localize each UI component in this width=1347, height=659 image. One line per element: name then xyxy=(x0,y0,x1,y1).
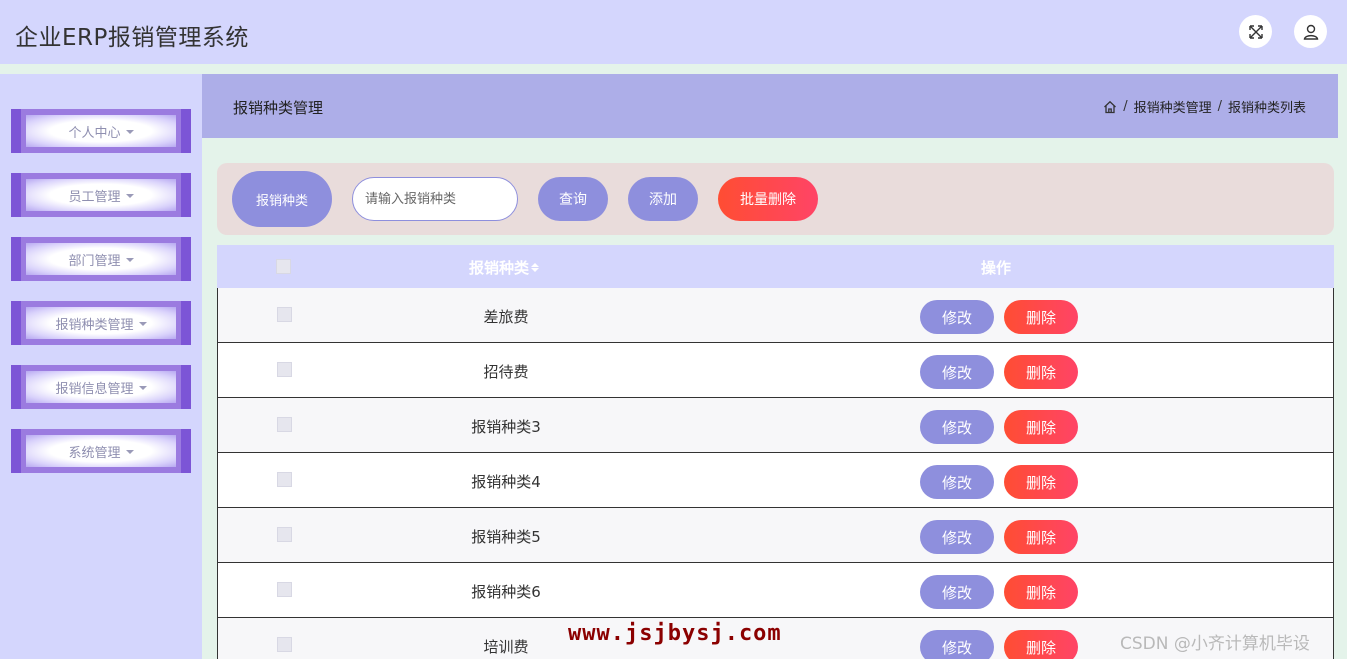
sort-icon[interactable] xyxy=(531,263,540,272)
sidebar-item-label: 个人中心 xyxy=(68,125,121,141)
delete-button[interactable]: 删除 xyxy=(1004,630,1078,659)
table-row: 报销种类3 修改 删除 xyxy=(217,398,1334,453)
table-row: 招待费 修改 删除 xyxy=(217,343,1334,398)
edit-button[interactable]: 修改 xyxy=(920,630,994,659)
breadcrumb-separator: / xyxy=(1123,99,1128,114)
content-header: 报销种类管理 / 报销种类管理 / 报销种类列表 xyxy=(202,74,1338,138)
fullscreen-icon xyxy=(1248,24,1263,39)
breadcrumb: / 报销种类管理 / 报销种类列表 xyxy=(1103,97,1306,116)
caret-down-icon xyxy=(125,130,134,134)
sidebar-item-expense-type[interactable]: 报销种类管理 xyxy=(11,301,191,345)
home-icon[interactable] xyxy=(1103,100,1117,114)
search-label: 报销种类 xyxy=(232,171,332,227)
edit-button[interactable]: 修改 xyxy=(920,520,994,554)
caret-down-icon xyxy=(125,450,134,454)
column-header-actions: 操作 xyxy=(981,259,1012,277)
row-checkbox[interactable] xyxy=(277,582,292,597)
row-checkbox[interactable] xyxy=(277,527,292,542)
table-row: 报销种类6 修改 删除 xyxy=(217,563,1334,618)
fullscreen-button[interactable] xyxy=(1239,15,1272,48)
site-watermark: www.jsjbysj.com xyxy=(568,621,782,646)
caret-down-icon xyxy=(138,322,147,326)
edit-button[interactable]: 修改 xyxy=(920,300,994,334)
select-all-checkbox[interactable] xyxy=(276,259,291,274)
caret-down-icon xyxy=(125,194,134,198)
add-button[interactable]: 添加 xyxy=(628,177,698,221)
edit-button[interactable]: 修改 xyxy=(920,575,994,609)
row-checkbox[interactable] xyxy=(277,307,292,322)
search-bar: 报销种类 查询 添加 批量删除 xyxy=(217,163,1334,235)
breadcrumb-separator: / xyxy=(1217,99,1222,114)
sidebar-item-personal-center[interactable]: 个人中心 xyxy=(11,109,191,153)
edit-button[interactable]: 修改 xyxy=(920,465,994,499)
cell-expense-type: 报销种类6 xyxy=(471,583,541,601)
app-title: 企业ERP报销管理系统 xyxy=(15,25,249,51)
breadcrumb-item-list: 报销种类列表 xyxy=(1227,101,1306,116)
user-icon xyxy=(1303,24,1318,40)
table-header: 报销种类 操作 xyxy=(217,245,1334,288)
sidebar-item-system[interactable]: 系统管理 xyxy=(11,429,191,473)
delete-button[interactable]: 删除 xyxy=(1004,410,1078,444)
delete-button[interactable]: 删除 xyxy=(1004,575,1078,609)
sidebar-item-department[interactable]: 部门管理 xyxy=(11,237,191,281)
csdn-attribution: CSDN @小齐计算机毕设 xyxy=(1120,634,1310,654)
sidebar-item-employee[interactable]: 员工管理 xyxy=(11,173,191,217)
user-button[interactable] xyxy=(1294,15,1327,48)
sidebar-item-label: 报销种类管理 xyxy=(55,317,134,333)
search-input[interactable] xyxy=(352,177,518,221)
edit-button[interactable]: 修改 xyxy=(920,410,994,444)
cell-expense-type: 报销种类5 xyxy=(471,528,541,546)
sidebar: 个人中心 员工管理 部门管理 报销种类管理 报销信息管理 系统管理 xyxy=(0,74,202,659)
row-checkbox[interactable] xyxy=(277,472,292,487)
delete-button[interactable]: 删除 xyxy=(1004,520,1078,554)
table-row: 报销种类5 修改 删除 xyxy=(217,508,1334,563)
batch-delete-button[interactable]: 批量删除 xyxy=(718,177,818,221)
caret-down-icon xyxy=(138,386,147,390)
row-checkbox[interactable] xyxy=(277,362,292,377)
expense-type-table: 报销种类 操作 差旅费 修改 删除 招待费 修改 删除 报销种类3 修改 删除 … xyxy=(217,245,1334,659)
delete-button[interactable]: 删除 xyxy=(1004,300,1078,334)
table-row: 报销种类4 修改 删除 xyxy=(217,453,1334,508)
query-button[interactable]: 查询 xyxy=(538,177,608,221)
breadcrumb-item-expense-type[interactable]: 报销种类管理 xyxy=(1134,97,1212,116)
table-row: 差旅费 修改 删除 xyxy=(217,288,1334,343)
cell-expense-type: 报销种类4 xyxy=(471,473,541,491)
page-title: 报销种类管理 xyxy=(233,99,324,117)
column-header-type[interactable]: 报销种类 xyxy=(469,257,540,278)
sidebar-item-label: 员工管理 xyxy=(68,189,121,205)
cell-expense-type: 招待费 xyxy=(483,363,529,381)
cell-expense-type: 报销种类3 xyxy=(471,418,541,436)
row-checkbox[interactable] xyxy=(277,637,292,652)
cell-expense-type: 差旅费 xyxy=(483,308,529,326)
sidebar-item-label: 系统管理 xyxy=(68,445,121,461)
top-bar: 企业ERP报销管理系统 xyxy=(0,0,1347,64)
sidebar-item-expense-info[interactable]: 报销信息管理 xyxy=(11,365,191,409)
row-checkbox[interactable] xyxy=(277,417,292,432)
delete-button[interactable]: 删除 xyxy=(1004,355,1078,389)
edit-button[interactable]: 修改 xyxy=(920,355,994,389)
sidebar-item-label: 报销信息管理 xyxy=(55,381,134,397)
delete-button[interactable]: 删除 xyxy=(1004,465,1078,499)
caret-down-icon xyxy=(125,258,134,262)
sidebar-item-label: 部门管理 xyxy=(68,253,121,269)
